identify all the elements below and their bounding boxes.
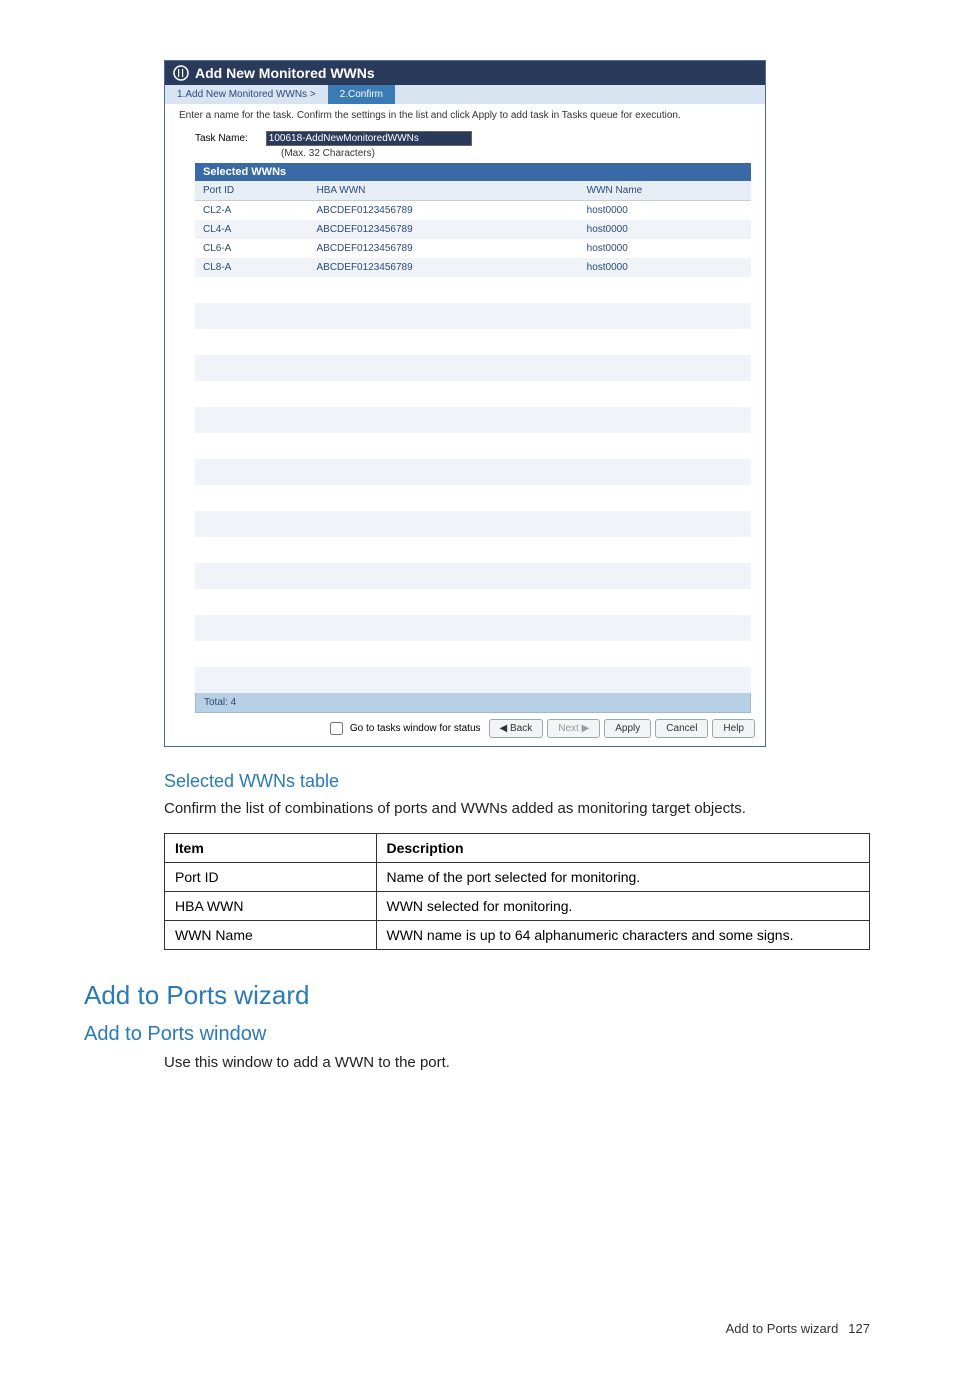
table-row bbox=[195, 563, 751, 589]
col-hba-wwn[interactable]: HBA WWN bbox=[308, 181, 578, 201]
table-row bbox=[195, 485, 751, 511]
go-to-tasks-label: Go to tasks window for status bbox=[350, 723, 481, 734]
table-row bbox=[195, 537, 751, 563]
dialog-title-bar: Add New Monitored WWNs bbox=[165, 61, 765, 85]
cancel-button[interactable]: Cancel bbox=[655, 719, 708, 738]
next-button: Next ▶ bbox=[547, 719, 600, 738]
dialog-instructions: Enter a name for the task. Confirm the s… bbox=[165, 104, 765, 127]
section-selected-wwns-table: Selected WWNs table bbox=[164, 771, 870, 792]
task-name-input[interactable] bbox=[266, 131, 472, 146]
table-row[interactable]: CL2-AABCDEF0123456789host0000 bbox=[195, 201, 751, 221]
table-row bbox=[195, 589, 751, 615]
table-total: Total: 4 bbox=[195, 693, 751, 713]
table-row bbox=[195, 355, 751, 381]
heading-add-to-ports-wizard: Add to Ports wizard bbox=[84, 980, 870, 1011]
apply-button[interactable]: Apply bbox=[604, 719, 651, 738]
table-row bbox=[195, 303, 751, 329]
wizard-step-2[interactable]: 2.Confirm bbox=[328, 85, 395, 104]
col-item: Item bbox=[165, 834, 377, 863]
col-description: Description bbox=[376, 834, 870, 863]
table-row bbox=[195, 329, 751, 355]
table-row bbox=[195, 641, 751, 667]
col-port-id[interactable]: Port ID bbox=[195, 181, 308, 201]
col-wwn-name[interactable]: WWN Name bbox=[579, 181, 751, 201]
go-to-tasks-checkbox[interactable] bbox=[330, 722, 343, 735]
table-row bbox=[195, 407, 751, 433]
body-add-to-ports: Use this window to add a WWN to the port… bbox=[164, 1054, 870, 1071]
table-row bbox=[195, 433, 751, 459]
table-row bbox=[195, 511, 751, 537]
description-table: Item Description Port IDName of the port… bbox=[164, 833, 870, 950]
dialog-title: Add New Monitored WWNs bbox=[195, 65, 375, 81]
table-row[interactable]: CL4-AABCDEF0123456789host0000 bbox=[195, 220, 751, 239]
page-footer: Add to Ports wizard 127 bbox=[84, 1321, 870, 1336]
help-button[interactable]: Help bbox=[712, 719, 755, 738]
task-name-label: Task Name: bbox=[195, 133, 248, 144]
back-button[interactable]: ◀ Back bbox=[489, 719, 544, 738]
table-row bbox=[195, 277, 751, 303]
table-row: WWN NameWWN name is up to 64 alphanumeri… bbox=[165, 921, 870, 950]
table-row: HBA WWNWWN selected for monitoring. bbox=[165, 892, 870, 921]
table-row: Port IDName of the port selected for mon… bbox=[165, 863, 870, 892]
table-row bbox=[195, 381, 751, 407]
dialog-button-bar: Go to tasks window for status ◀ Back Nex… bbox=[165, 713, 765, 746]
table-row bbox=[195, 459, 751, 485]
hp-logo-icon bbox=[173, 65, 189, 81]
heading-add-to-ports-window: Add to Ports window bbox=[84, 1023, 870, 1046]
footer-section-label: Add to Ports wizard bbox=[726, 1321, 839, 1336]
wizard-steps: 1.Add New Monitored WWNs > 2.Confirm bbox=[165, 85, 765, 104]
table-row[interactable]: CL6-AABCDEF0123456789host0000 bbox=[195, 239, 751, 258]
page-number: 127 bbox=[848, 1321, 870, 1336]
wizard-step-1[interactable]: 1.Add New Monitored WWNs > bbox=[165, 85, 328, 104]
add-new-monitored-wwns-dialog: Add New Monitored WWNs 1.Add New Monitor… bbox=[164, 60, 766, 747]
table-row bbox=[195, 667, 751, 693]
table-row[interactable]: CL8-AABCDEF0123456789host0000 bbox=[195, 258, 751, 277]
selected-wwns-title: Selected WWNs bbox=[195, 163, 751, 181]
section-text: Confirm the list of combinations of port… bbox=[164, 800, 870, 817]
task-name-hint: (Max. 32 Characters) bbox=[165, 148, 765, 159]
selected-wwns-table: Port ID HBA WWN WWN Name CL2-AABCDEF0123… bbox=[195, 181, 751, 693]
table-row bbox=[195, 615, 751, 641]
